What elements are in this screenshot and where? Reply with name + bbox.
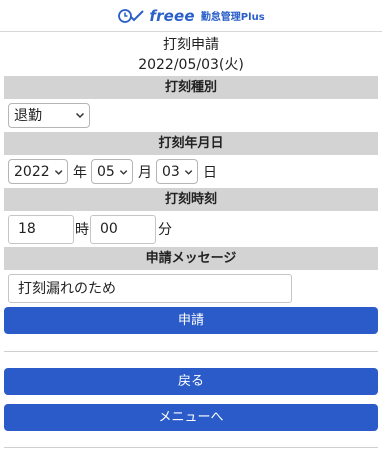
year-value: 2022 (14, 163, 50, 180)
stamp-type-value: 退勤 (14, 108, 42, 124)
brand-logo: freee (149, 6, 195, 25)
page-title: 打刻申請 (163, 37, 219, 53)
stamp-type-header: 打刻種別 (4, 76, 378, 99)
chevron-down-icon (119, 169, 128, 175)
stamp-time-header: 打刻時刻 (4, 188, 378, 211)
year-select[interactable]: 2022 (8, 159, 68, 184)
hour-unit: 時 (75, 222, 89, 238)
message-value: 打刻漏れのため (18, 281, 116, 297)
chevron-down-icon (54, 169, 63, 175)
day-value: 03 (162, 163, 180, 180)
minute-value: 00 (100, 221, 118, 237)
month-unit: 月 (138, 164, 152, 181)
message-row: 打刻漏れのため (0, 270, 382, 306)
minute-input[interactable]: 00 (90, 214, 156, 244)
day-unit: 日 (203, 164, 217, 181)
day-select[interactable]: 03 (156, 159, 198, 184)
hour-input[interactable]: 18 (8, 214, 74, 244)
bottom-divider (4, 447, 378, 448)
page-date: 2022/05/03(火) (138, 57, 244, 73)
minute-unit: 分 (158, 222, 172, 238)
hour-value: 18 (18, 221, 36, 237)
clock-check-icon (118, 8, 145, 23)
product-name: 勤怠管理Plus (200, 12, 265, 23)
message-input[interactable]: 打刻漏れのため (8, 273, 292, 303)
stamp-date-header: 打刻年月日 (4, 132, 378, 155)
app-header: freee 勤怠管理Plus (0, 0, 382, 32)
submit-button[interactable]: 申請 (4, 307, 378, 334)
chevron-down-icon (75, 112, 85, 119)
back-button[interactable]: 戻る (4, 368, 378, 395)
chevron-down-icon (184, 169, 193, 175)
divider (4, 351, 378, 352)
menu-button[interactable]: メニューへ (4, 404, 378, 431)
month-select[interactable]: 05 (91, 159, 133, 184)
message-header: 申請メッセージ (4, 247, 378, 270)
month-value: 05 (97, 163, 115, 180)
stamp-date-row: 2022 年 05 月 03 日 (0, 155, 382, 188)
stamp-time-row: 18 時 00 分 (0, 211, 382, 247)
stamp-type-select[interactable]: 退勤 (8, 102, 90, 128)
stamp-type-row: 退勤 (0, 99, 382, 129)
page-title-block: 打刻申請 2022/05/03(火) (0, 32, 382, 76)
year-unit: 年 (73, 164, 87, 181)
